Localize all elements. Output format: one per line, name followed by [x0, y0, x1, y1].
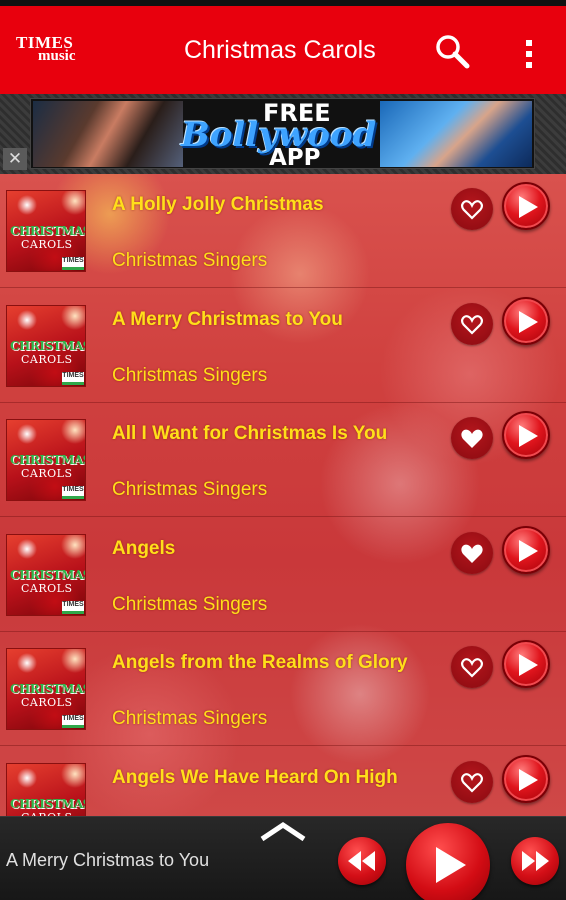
chevron-up-icon: [260, 821, 306, 842]
play-icon: [519, 310, 538, 333]
album-art-badge: TIMES: [62, 600, 84, 614]
ad-creative[interactable]: FREE Bollywood APP: [30, 98, 535, 169]
ad-banner[interactable]: FREE Bollywood APP ✕: [0, 94, 566, 174]
favorite-button[interactable]: [451, 531, 493, 574]
song-row[interactable]: CHRISTMAS CAROLS TIMES Angels from the Real…: [0, 632, 566, 746]
play-icon: [436, 847, 466, 883]
ad-close-button[interactable]: ✕: [3, 148, 27, 170]
album-art-title: CHRISTMAS: [10, 567, 86, 582]
song-row[interactable]: CHRISTMAS CAROLS TIMES All I Want for Chris…: [0, 403, 566, 517]
play-song-button[interactable]: [502, 754, 550, 803]
album-art-title: CHRISTMAS: [10, 338, 86, 353]
song-row[interactable]: CHRISTMASCAROLSTIMES Angels We Have Heard…: [0, 747, 566, 816]
main-play-button[interactable]: [406, 823, 490, 900]
ad-photo-right: [380, 101, 532, 167]
rewind-icon: [348, 851, 375, 871]
album-art-subtitle: CAROLS: [21, 696, 73, 709]
play-song-button[interactable]: [502, 411, 550, 459]
play-icon: [519, 196, 538, 218]
play-icon: [519, 539, 538, 562]
heart-icon: [461, 544, 483, 563]
song-artist: Christmas Singers: [112, 708, 268, 729]
times-music-logo: TIMES music: [16, 34, 96, 70]
mini-player: A Merry Christmas to You: [0, 816, 566, 900]
heart-icon: [461, 658, 483, 678]
heart-icon: [461, 772, 483, 793]
more-vertical-icon: [526, 40, 532, 68]
song-artist: Christmas Singers: [112, 479, 268, 500]
favorite-button[interactable]: [451, 302, 493, 345]
page-title: Christmas Carols: [184, 36, 376, 64]
album-art[interactable]: CHRISTMASCAROLS TIMES: [6, 648, 86, 730]
play-song-button[interactable]: [502, 525, 550, 574]
song-artist: Christmas Singers: [112, 364, 268, 386]
album-art-subtitle: CAROLS: [21, 581, 73, 595]
album-art-badge: TIMES: [62, 257, 84, 270]
song-title[interactable]: Angels We Have Heard On High: [112, 767, 398, 789]
album-art[interactable]: CHRISTMASCAROLS TIMES: [6, 533, 86, 616]
song-title[interactable]: Angels: [112, 538, 175, 560]
album-art[interactable]: CHRISTMASCAROLS TIMES: [6, 304, 86, 387]
song-title[interactable]: All I Want for Christmas Is You: [112, 423, 387, 445]
song-artist: Christmas Singers: [112, 250, 268, 271]
now-playing-title: A Merry Christmas to You: [6, 850, 210, 870]
heart-icon: [461, 314, 483, 335]
heart-icon: [461, 429, 483, 448]
album-art-title: CHRISTMAS: [10, 682, 86, 696]
album-art[interactable]: CHRISTMASCAROLS TIMES: [6, 190, 86, 272]
song-row[interactable]: CHRISTMAS CAROLS TIMES A Holly Jolly Christ…: [0, 174, 566, 288]
fast-forward-icon: [522, 851, 549, 871]
play-icon: [519, 425, 538, 447]
favorite-button[interactable]: [451, 760, 493, 803]
favorite-button[interactable]: [451, 646, 493, 688]
ad-photo-left: [33, 101, 183, 167]
song-list[interactable]: CHRISTMAS CAROLS TIMES A Holly Jolly Christ…: [0, 174, 566, 816]
album-art-subtitle: CAROLS: [21, 352, 73, 366]
song-title[interactable]: A Holly Jolly Christmas: [112, 194, 324, 216]
album-art-title: CHRISTMAS: [10, 796, 86, 811]
album-art-title: CHRISTMAS: [10, 453, 86, 467]
favorite-button[interactable]: [451, 188, 493, 230]
search-icon: [436, 35, 470, 69]
song-row[interactable]: CHRISTMAS CAROLS TIMES Angels Christmas Sing…: [0, 518, 566, 632]
song-title[interactable]: A Merry Christmas to You: [112, 309, 343, 331]
search-button[interactable]: [432, 32, 472, 72]
album-art-title: CHRISTMAS: [10, 224, 86, 238]
song-artist: Christmas Singers: [112, 593, 268, 615]
album-art[interactable]: CHRISTMASCAROLSTIMES: [6, 762, 86, 816]
play-icon: [519, 654, 538, 676]
album-art[interactable]: CHRISTMASCAROLS TIMES: [6, 419, 86, 501]
album-art-badge: TIMES: [62, 715, 84, 728]
favorite-button[interactable]: [451, 417, 493, 459]
logo-line-2: music: [38, 48, 76, 64]
play-icon: [519, 768, 538, 791]
heart-icon: [461, 200, 483, 220]
expand-player-button[interactable]: [258, 817, 308, 847]
song-row[interactable]: CHRISTMAS CAROLS TIMES A Merry Christmas to…: [0, 289, 566, 403]
overflow-menu-button[interactable]: [515, 36, 543, 72]
next-button[interactable]: [511, 837, 559, 885]
song-title[interactable]: Angels from the Realms of Glory: [112, 652, 408, 674]
album-art-badge: TIMES: [62, 486, 84, 499]
album-art-subtitle: CAROLS: [21, 467, 73, 480]
play-song-button[interactable]: [502, 182, 550, 230]
ad-app-text: APP: [269, 145, 321, 169]
album-art-subtitle: CAROLS: [21, 238, 73, 251]
previous-button[interactable]: [338, 837, 386, 885]
album-art-badge: TIMES: [62, 371, 84, 385]
play-song-button[interactable]: [502, 296, 550, 345]
app-bar: TIMES music Christmas Carols: [0, 6, 566, 94]
play-song-button[interactable]: [502, 640, 550, 688]
